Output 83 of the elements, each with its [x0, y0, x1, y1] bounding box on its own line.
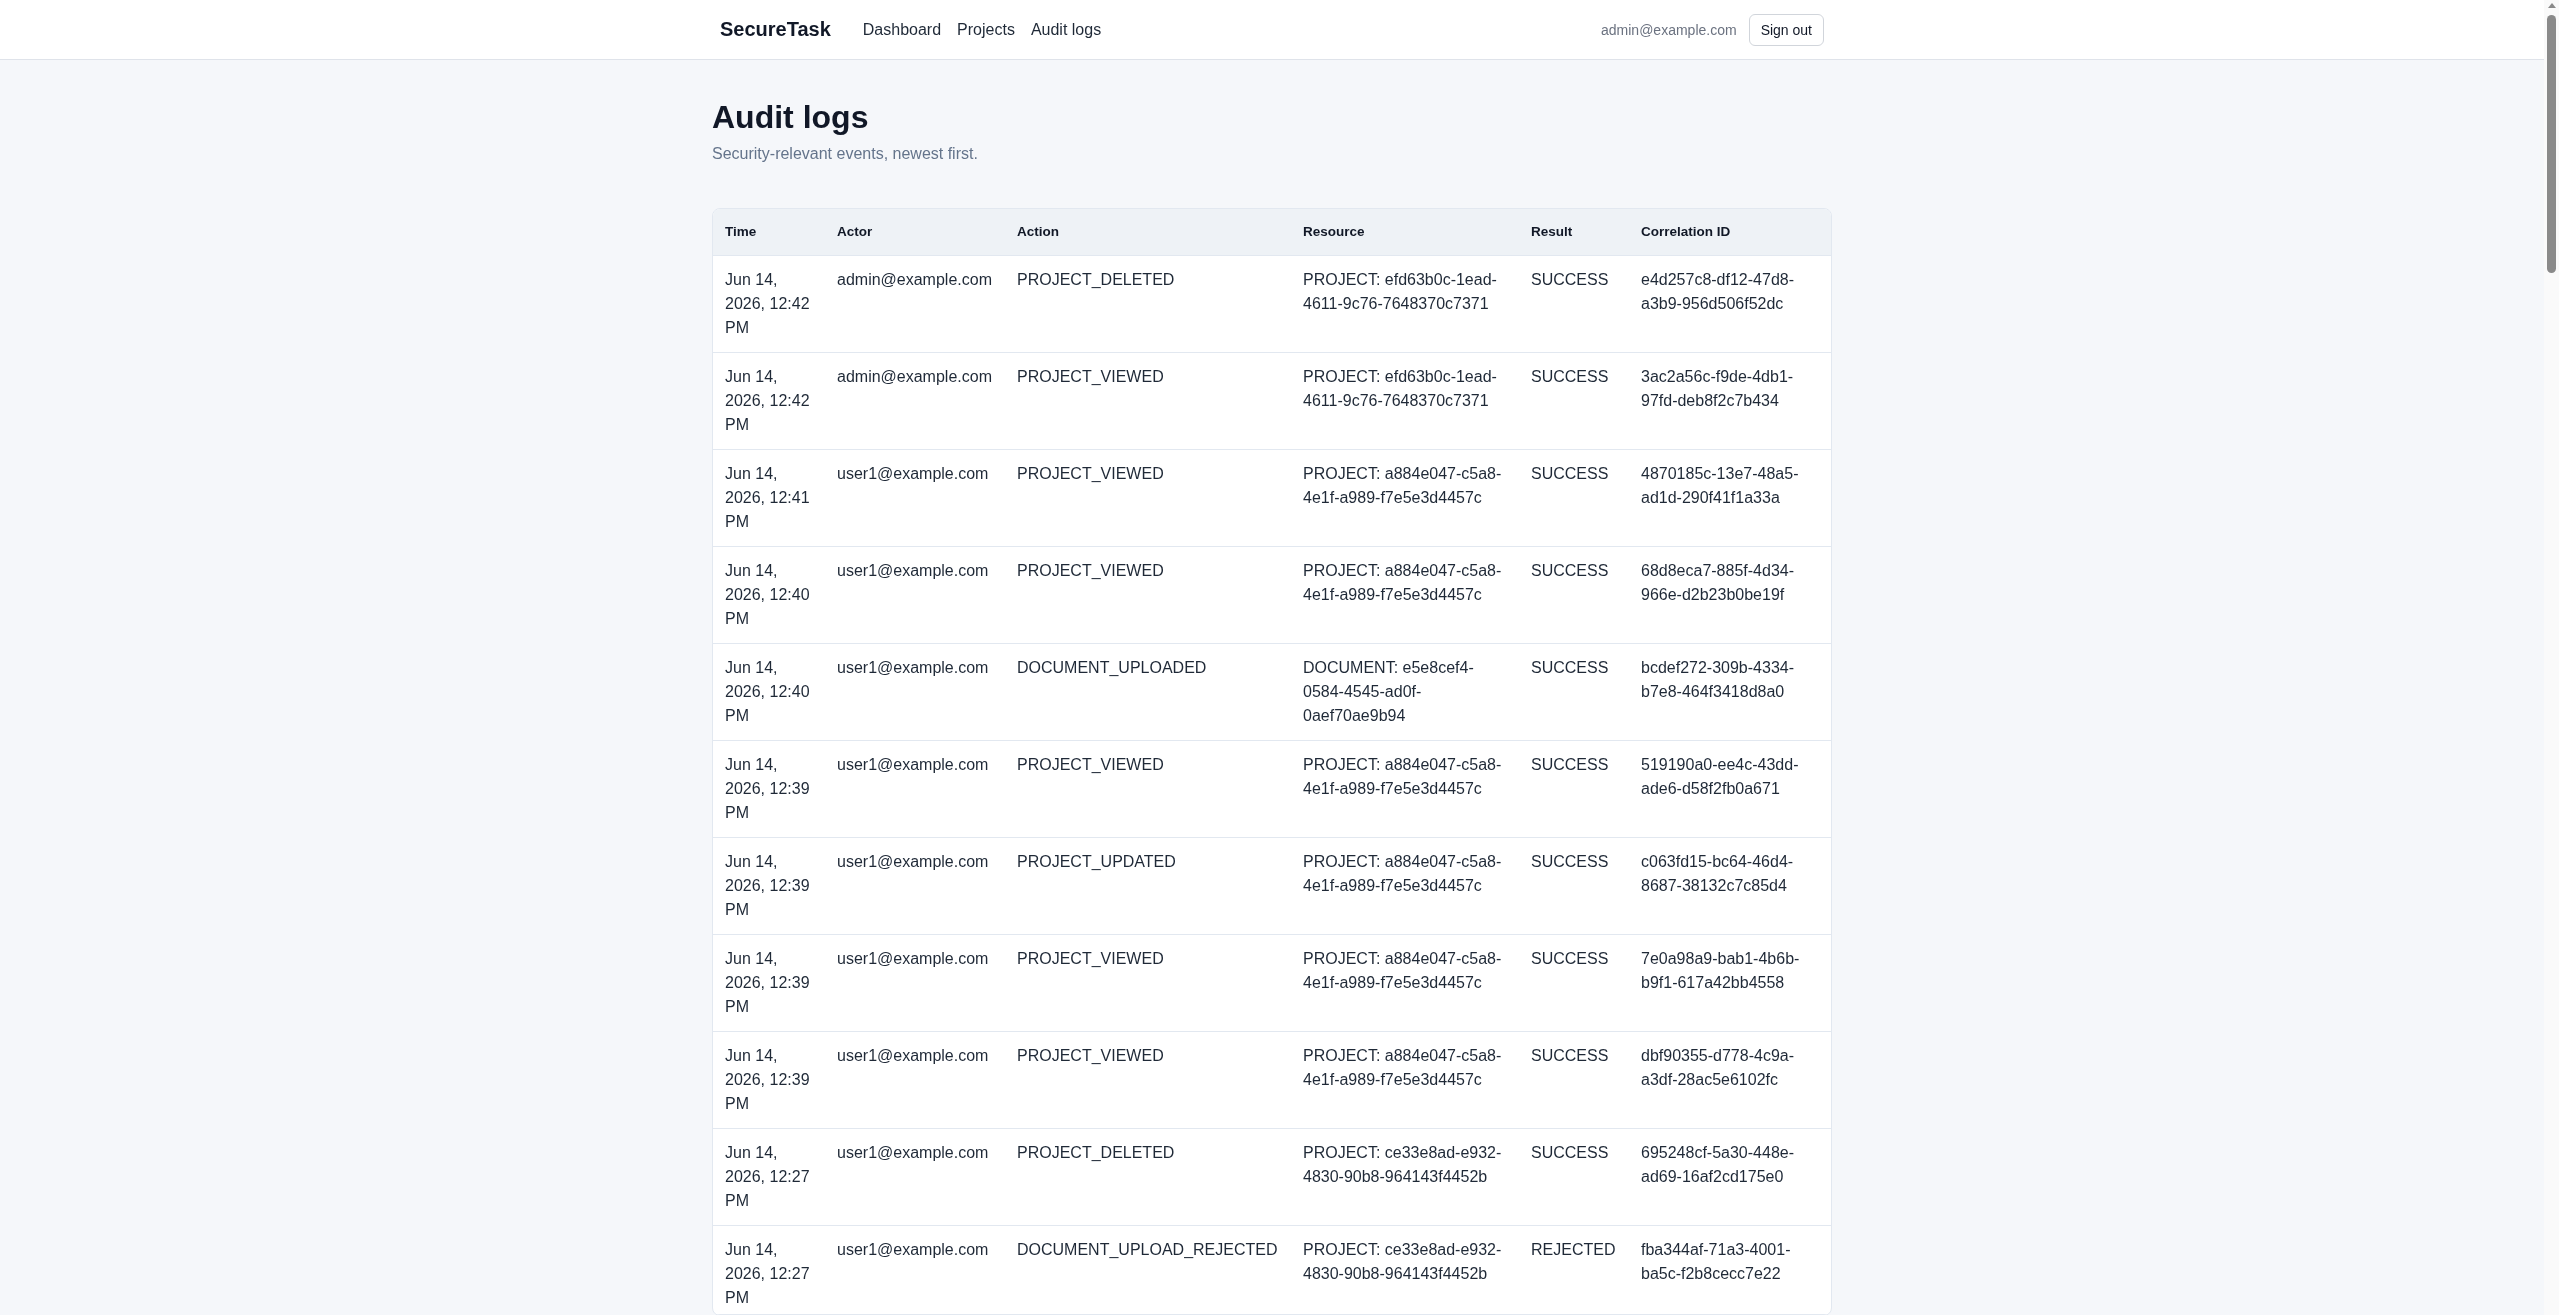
- table-cell: user1@example.com: [825, 1225, 1005, 1315]
- user-email: admin@example.com: [1601, 21, 1737, 38]
- table-cell: user1@example.com: [825, 546, 1005, 644]
- table-cell: PROJECT_VIEWED: [1005, 740, 1291, 838]
- table-cell: Jun 14, 2026, 12:27 PM: [713, 1128, 825, 1226]
- scroll-up-arrow-icon[interactable]: [2548, 3, 2556, 8]
- table-cell: PROJECT_UPDATED: [1005, 837, 1291, 935]
- table-cell: Jun 14, 2026, 12:42 PM: [713, 255, 825, 353]
- table-cell: PROJECT: ce33e8ad-e932-4830-90b8-964143f4452b: [1291, 1225, 1519, 1315]
- table-cell: Jun 14, 2026, 12:40 PM: [713, 546, 825, 644]
- nav-link[interactable]: Dashboard: [862, 20, 942, 39]
- table-cell: Jun 14, 2026, 12:27 PM: [713, 1225, 825, 1315]
- column-header: Resource: [1291, 209, 1519, 256]
- table-cell: user1@example.com: [825, 1128, 1005, 1226]
- table-cell: Jun 14, 2026, 12:40 PM: [713, 643, 825, 741]
- table-cell: SUCCESS: [1519, 449, 1629, 547]
- table-cell: SUCCESS: [1519, 255, 1629, 353]
- table-cell: PROJECT: a884e047-c5a8-4e1f-a989-f7e5e3d4457c: [1291, 934, 1519, 1032]
- page-title: Audit logs: [712, 98, 870, 137]
- table-cell: SUCCESS: [1519, 546, 1629, 644]
- table-cell: PROJECT_VIEWED: [1005, 934, 1291, 1032]
- table-cell: PROJECT_DELETED: [1005, 1128, 1291, 1226]
- sign-out-button[interactable]: Sign out: [1748, 13, 1824, 46]
- table-cell: SUCCESS: [1519, 352, 1629, 450]
- scrollbar[interactable]: [2544, 0, 2559, 1315]
- table-cell: Jun 14, 2026, 12:42 PM: [713, 352, 825, 450]
- table-cell: SUCCESS: [1519, 934, 1629, 1032]
- scrollbar-thumb[interactable]: [2547, 15, 2556, 273]
- table-cell: SUCCESS: [1519, 740, 1629, 838]
- table-cell: SUCCESS: [1519, 837, 1629, 935]
- table-cell: Jun 14, 2026, 12:39 PM: [713, 837, 825, 935]
- table-cell: 695248cf-5a30-448e-ad69-16af2cd175e0: [1629, 1128, 1831, 1226]
- table-cell: Jun 14, 2026, 12:39 PM: [713, 740, 825, 838]
- table-cell: DOCUMENT_UPLOAD_REJECTED: [1005, 1225, 1291, 1315]
- table-cell: PROJECT: a884e047-c5a8-4e1f-a989-f7e5e3d4457c: [1291, 837, 1519, 935]
- table-cell: 7e0a98a9-bab1-4b6b-b9f1-617a42bb4558: [1629, 934, 1831, 1032]
- table-cell: bcdef272-309b-4334-b7e8-464f3418d8a0: [1629, 643, 1831, 741]
- table-cell: SUCCESS: [1519, 643, 1629, 741]
- table-cell: 3ac2a56c-f9de-4db1-97fd-deb8f2c7b434: [1629, 352, 1831, 450]
- column-header: Actor: [825, 209, 1005, 256]
- table-cell: PROJECT_VIEWED: [1005, 1031, 1291, 1129]
- table-cell: PROJECT_DELETED: [1005, 255, 1291, 353]
- table-cell: PROJECT: efd63b0c-1ead-4611-9c76-7648370c7371: [1291, 255, 1519, 353]
- table-cell: REJECTED: [1519, 1225, 1629, 1315]
- table-cell: PROJECT_VIEWED: [1005, 546, 1291, 644]
- table-cell: PROJECT_VIEWED: [1005, 352, 1291, 450]
- table-cell: admin@example.com: [825, 352, 1005, 450]
- table-cell: PROJECT: a884e047-c5a8-4e1f-a989-f7e5e3d4457c: [1291, 1031, 1519, 1129]
- column-header: Result: [1519, 209, 1629, 256]
- table-cell: user1@example.com: [825, 643, 1005, 741]
- table-cell: DOCUMENT: e5e8cef4-0584-4545-ad0f-0aef70ae9b94: [1291, 643, 1519, 741]
- table-cell: 519190a0-ee4c-43dd-ade6-d58f2fb0a671: [1629, 740, 1831, 838]
- table-cell: SUCCESS: [1519, 1031, 1629, 1129]
- table-cell: PROJECT: ce33e8ad-e932-4830-90b8-964143f4452b: [1291, 1128, 1519, 1226]
- table-cell: PROJECT_VIEWED: [1005, 449, 1291, 547]
- page-subtitle: Security-relevant events, newest first.: [712, 144, 979, 165]
- column-header: Action: [1005, 209, 1291, 256]
- table-cell: e4d257c8-df12-47d8-a3b9-956d506f52dc: [1629, 255, 1831, 353]
- nav-link[interactable]: Projects: [957, 20, 1015, 39]
- table-cell: PROJECT: efd63b0c-1ead-4611-9c76-7648370c7371: [1291, 352, 1519, 450]
- table-cell: admin@example.com: [825, 255, 1005, 353]
- table-cell: Jun 14, 2026, 12:39 PM: [713, 1031, 825, 1129]
- table-cell: SUCCESS: [1519, 1128, 1629, 1226]
- table-cell: user1@example.com: [825, 740, 1005, 838]
- table-cell: 4870185c-13e7-48a5-ad1d-290f41f1a33a: [1629, 449, 1831, 547]
- table-cell: 68d8eca7-885f-4d34-966e-d2b23b0be19f: [1629, 546, 1831, 644]
- table-cell: PROJECT: a884e047-c5a8-4e1f-a989-f7e5e3d4457c: [1291, 546, 1519, 644]
- table-cell: Jun 14, 2026, 12:39 PM: [713, 934, 825, 1032]
- brand-link[interactable]: SecureTask: [720, 18, 831, 41]
- table-cell: PROJECT: a884e047-c5a8-4e1f-a989-f7e5e3d4457c: [1291, 740, 1519, 838]
- table-cell: user1@example.com: [825, 1031, 1005, 1129]
- table-cell: PROJECT: a884e047-c5a8-4e1f-a989-f7e5e3d4457c: [1291, 449, 1519, 547]
- table-cell: Jun 14, 2026, 12:41 PM: [713, 449, 825, 547]
- table-cell: user1@example.com: [825, 934, 1005, 1032]
- table-cell: dbf90355-d778-4c9a-a3df-28ac5e6102fc: [1629, 1031, 1831, 1129]
- table-cell: user1@example.com: [825, 837, 1005, 935]
- column-header: Correlation ID: [1629, 209, 1831, 256]
- table-cell: DOCUMENT_UPLOADED: [1005, 643, 1291, 741]
- nav-link[interactable]: Audit logs: [1030, 20, 1102, 39]
- column-header: Time: [713, 209, 825, 256]
- table-cell: fba344af-71a3-4001-ba5c-f2b8cecc7e22: [1629, 1225, 1831, 1315]
- table-cell: user1@example.com: [825, 449, 1005, 547]
- table-cell: c063fd15-bc64-46d4-8687-38132c7c85d4: [1629, 837, 1831, 935]
